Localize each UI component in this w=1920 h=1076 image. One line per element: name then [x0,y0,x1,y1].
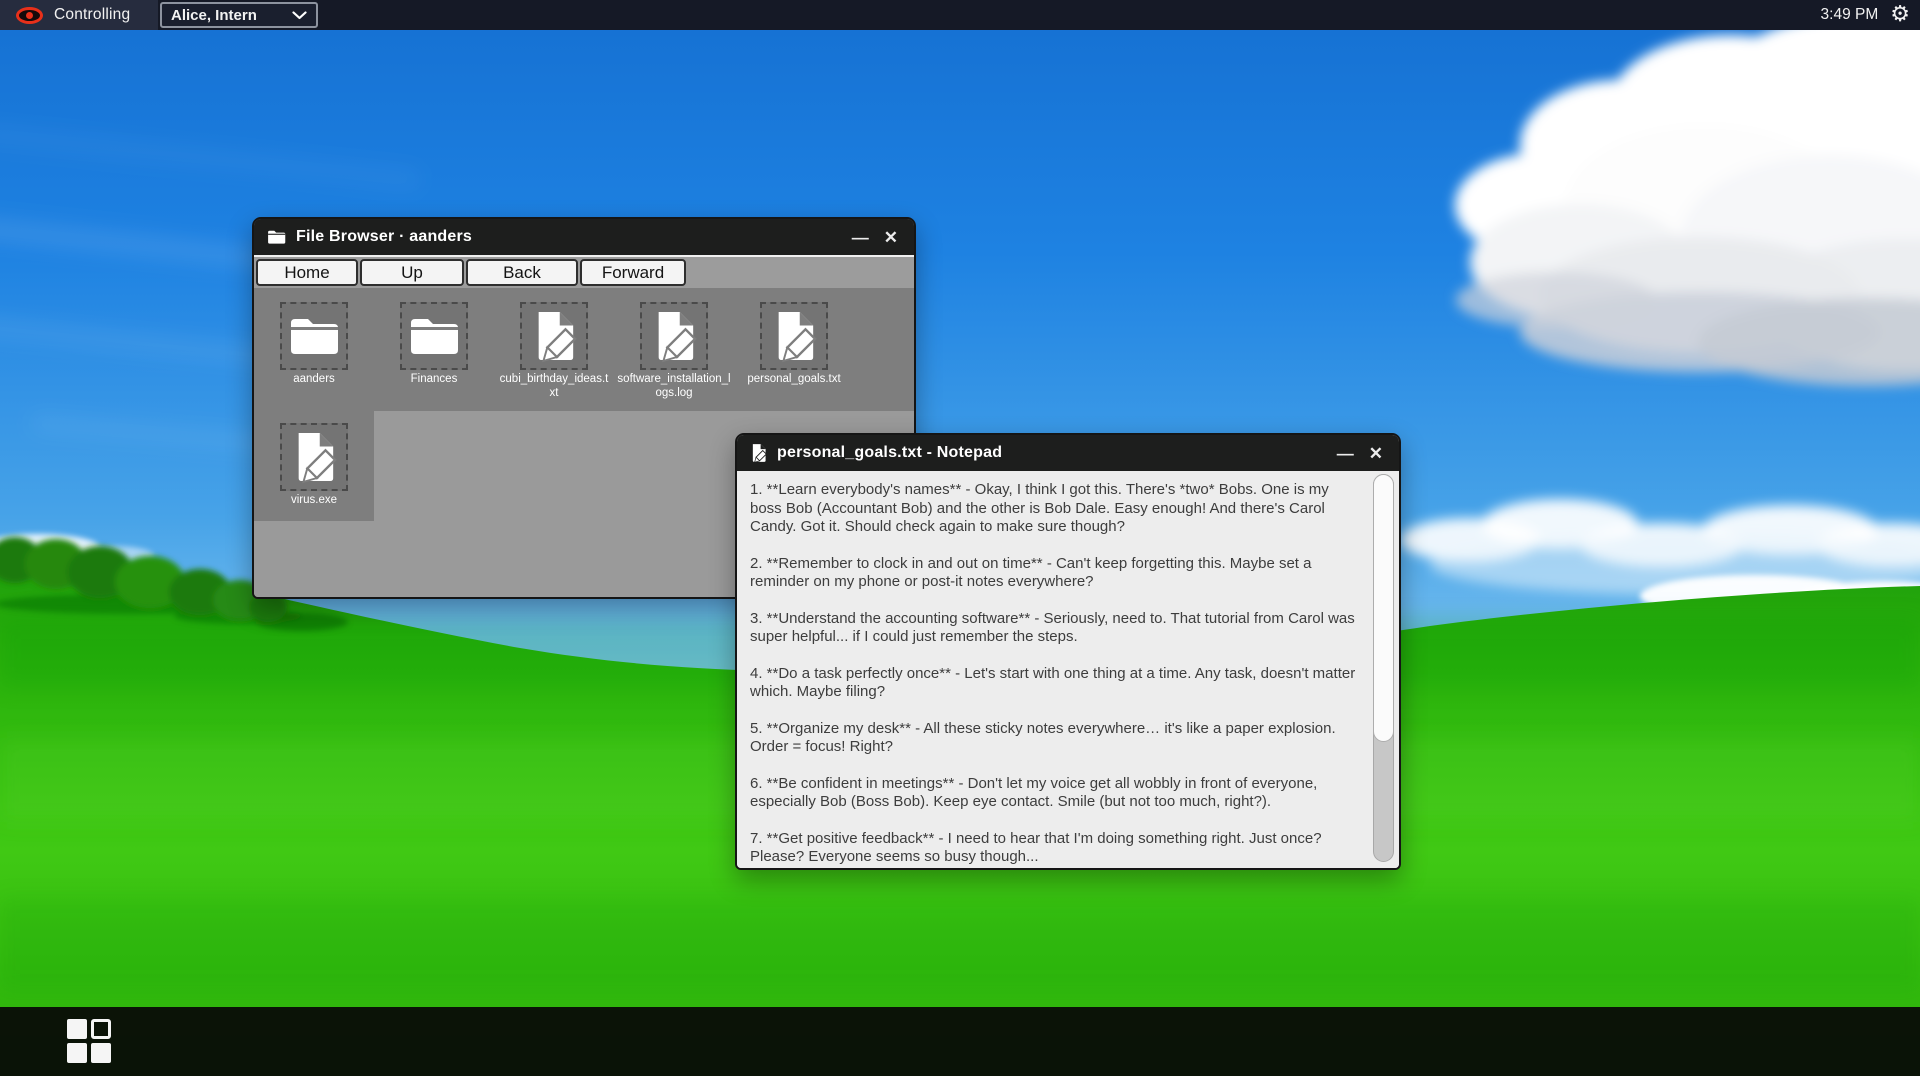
eye-icon [16,7,43,24]
notepad-titlebar[interactable]: personal_goals.txt - Notepad — ✕ [737,435,1399,471]
file-grid-row: aanders Finances [254,288,914,411]
back-button[interactable]: Back [466,259,578,286]
goal-item: 2. **Remember to clock in and out on tim… [750,555,1359,592]
notepad-file-icon [750,443,767,463]
file-browser-titlebar[interactable]: File Browser · aanders — ✕ [254,219,914,255]
file-label: virus.exe [257,494,371,508]
file-item-personal-goals[interactable]: personal_goals.txt [734,302,854,387]
minimize-button[interactable]: — [1334,443,1356,464]
notepad-text-area[interactable]: 1. **Learn everybody's names** - Okay, I… [737,471,1399,868]
controlling-panel: Controlling [0,0,158,30]
folder-icon [407,315,461,357]
notepad-text: 1. **Learn everybody's names** - Okay, I… [750,481,1359,867]
file-pencil-icon [291,430,337,484]
file-item-software-installation-logs[interactable]: software_installation_logs.log [614,302,734,400]
file-browser-toolbar: Home Up Back Forward [254,255,914,288]
goal-item: 6. **Be confident in meetings** - Don't … [750,775,1359,812]
remote-control-topbar: Controlling Alice, Intern 3:49 PM ⚙ [0,0,1920,30]
folder-icon [287,315,341,357]
start-grid-icon[interactable] [67,1019,113,1064]
file-item-finances[interactable]: Finances [374,302,494,387]
file-label: Finances [377,373,491,387]
clock: 3:49 PM [1821,6,1879,24]
minimize-button[interactable]: — [849,227,871,248]
close-button[interactable]: ✕ [1366,443,1386,464]
user-select-value: Alice, Intern [171,7,292,24]
file-pencil-icon [531,309,577,363]
home-button[interactable]: Home [256,259,358,286]
goal-item: 5. **Organize my desk** - All these stic… [750,720,1359,757]
file-item-aanders[interactable]: aanders [254,302,374,387]
window-title: personal_goals.txt - Notepad [777,444,1324,462]
goal-item: 7. **Get positive feedback** - I need to… [750,830,1359,867]
folder-icon [267,229,286,245]
file-item-virus-exe[interactable]: virus.exe [254,423,374,508]
taskbar [0,1007,1920,1076]
user-select-dropdown[interactable]: Alice, Intern [160,2,318,28]
goal-item: 4. **Do a task perfectly once** - Let's … [750,665,1359,702]
scrollbar-track[interactable] [1373,474,1394,862]
goal-item: 3. **Understand the accounting software*… [750,610,1359,647]
scrollbar-thumb[interactable] [1373,474,1394,742]
file-pencil-icon [771,309,817,363]
window-title: File Browser · aanders [296,228,839,246]
file-label: software_installation_logs.log [617,373,731,400]
file-item-cubi-birthday-ideas[interactable]: cubi_birthday_ideas.txt [494,302,614,400]
notepad-window: personal_goals.txt - Notepad — ✕ 1. **Le… [735,433,1401,870]
file-label: aanders [257,373,371,387]
chevron-down-icon [292,11,307,20]
file-pencil-icon [651,309,697,363]
forward-button[interactable]: Forward [580,259,686,286]
up-button[interactable]: Up [360,259,464,286]
close-button[interactable]: ✕ [881,227,901,248]
gear-icon[interactable]: ⚙ [1890,4,1910,26]
goal-item: 1. **Learn everybody's names** - Okay, I… [750,481,1359,537]
file-label: cubi_birthday_ideas.txt [497,373,611,400]
controlling-label: Controlling [54,6,130,24]
file-label: personal_goals.txt [737,373,851,387]
file-grid-row: virus.exe [254,411,374,521]
